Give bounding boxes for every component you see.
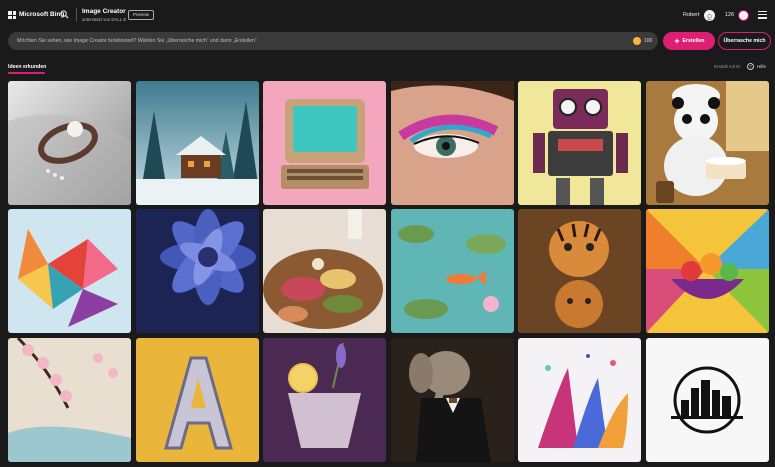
paint-splash-tile[interactable]: [518, 338, 641, 462]
eye-image: [391, 81, 514, 205]
ring-image: [8, 81, 131, 205]
user-name[interactable]: Robert: [683, 12, 700, 18]
elephant-image: [391, 338, 514, 462]
help-link[interactable]: Hilfe: [757, 64, 766, 69]
blue-dahlia-tile[interactable]: [136, 209, 259, 333]
snowy-cabin-tile[interactable]: b: [136, 81, 259, 205]
cocktail-image: [263, 338, 386, 462]
product-subtitle: unterstützt von DALL·E: [82, 17, 127, 22]
top-bar: Microsoft Bing Image Creator unterstützt…: [0, 0, 775, 30]
retro-robot-tile[interactable]: [518, 81, 641, 205]
retro-computer-tile[interactable]: [263, 81, 386, 205]
fruit-bowl-tile[interactable]: [646, 209, 769, 333]
sparkle-icon: [673, 38, 680, 44]
boost-icon[interactable]: [738, 10, 749, 21]
skyline-logo-image: [646, 338, 769, 462]
bing-watermark: b: [139, 198, 142, 203]
create-button-label: Erstellen: [682, 38, 705, 44]
eye-makeup-tile[interactable]: [391, 81, 514, 205]
hamburger-menu-icon[interactable]: [758, 11, 767, 19]
header-divider: [76, 8, 77, 22]
boost-count: 100: [644, 38, 653, 44]
tiger-figures-tile[interactable]: [518, 209, 641, 333]
paint-splash-image: [518, 338, 641, 462]
fruit-bowl-image: [646, 209, 769, 333]
koi-pond-image: [391, 209, 514, 333]
koi-pond-tile[interactable]: [391, 209, 514, 333]
city-skyline-logo-tile[interactable]: [646, 338, 769, 462]
boost-coin-icon: [633, 37, 641, 45]
computer-image: [263, 81, 386, 205]
product-title[interactable]: Image Creator: [82, 8, 126, 15]
charcuterie-board-tile[interactable]: [263, 209, 386, 333]
cabin-image: [136, 81, 259, 205]
coins-count[interactable]: 126: [725, 12, 734, 18]
cherry-blossom-image: [8, 338, 131, 462]
ring-pearl-tile[interactable]: [8, 81, 131, 205]
chrome-letter-image: [136, 338, 259, 462]
paper-fox-tile[interactable]: [8, 209, 131, 333]
dahlia-image: [136, 209, 259, 333]
lavender-cocktail-tile[interactable]: [263, 338, 386, 462]
surprise-me-button[interactable]: Überrasche mich: [718, 32, 771, 50]
elephant-suit-tile[interactable]: [391, 338, 514, 462]
charcuterie-image: [263, 209, 386, 333]
avatar[interactable]: [704, 10, 715, 22]
tab-explore-ideas[interactable]: Ideen erkunden: [8, 64, 46, 70]
prompt-input[interactable]: [17, 32, 617, 50]
chrome-letter-tile[interactable]: [136, 338, 259, 462]
microsoft-logo-icon[interactable]: [8, 11, 16, 19]
search-icon[interactable]: [60, 10, 69, 19]
tiger-image: [518, 209, 641, 333]
brand-name[interactable]: Microsoft Bing: [19, 11, 65, 18]
tab-active-indicator: [8, 72, 45, 74]
robot-image: [518, 81, 641, 205]
panda-baker-tile[interactable]: [646, 81, 769, 205]
create-button[interactable]: Erstellen: [663, 32, 715, 50]
fox-image: [8, 209, 131, 333]
preview-badge: Preview: [128, 10, 155, 20]
prompt-bar: 100: [8, 32, 658, 50]
help-icon[interactable]: ?: [747, 63, 754, 70]
made-with-ai-label: Erstellt mit KI: [714, 64, 741, 69]
user-icon: [706, 14, 713, 22]
panda-image: [646, 81, 769, 205]
cherry-blossom-tile[interactable]: [8, 338, 131, 462]
